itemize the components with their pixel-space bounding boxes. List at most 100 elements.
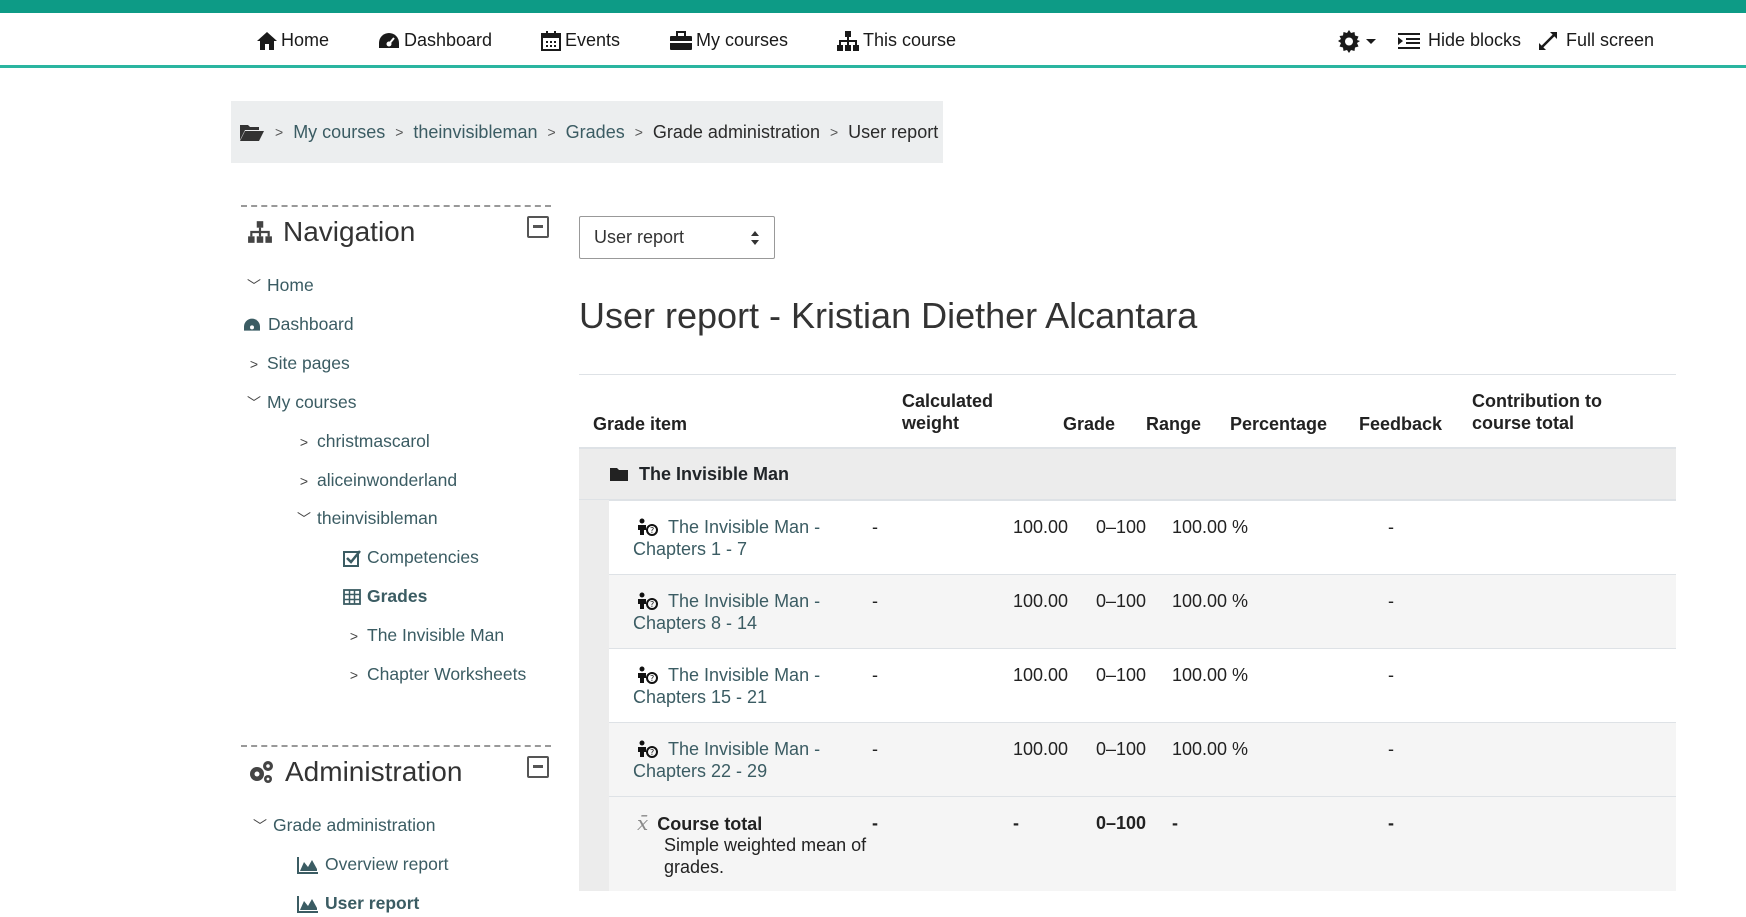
nav-tree-aliceinwonderland[interactable]: > aliceinwonderland — [297, 470, 457, 491]
nav-tree-label: Competencies — [367, 547, 479, 567]
nav-tree-label: Home — [267, 275, 314, 295]
range-cell: 0–100 — [1096, 739, 1147, 759]
chevron-right-icon: > — [249, 355, 259, 372]
grade-item-link[interactable]: The Invisible Man - — [668, 517, 820, 537]
nav-tree-theinvisibleman[interactable]: ﹀ theinvisibleman — [297, 508, 438, 529]
breadcrumb-separator: > — [547, 124, 556, 140]
grade-item-link[interactable]: The Invisible Man - — [668, 665, 820, 685]
admin-tree-grade-administration[interactable]: ﹀ Grade administration — [253, 815, 435, 836]
nav-tree-christmascarol[interactable]: > christmascarol — [297, 431, 430, 452]
admin-tree-overview-report[interactable]: Overview report — [297, 854, 449, 875]
user-report-table: Grade item Calculated weight Grade Range … — [579, 374, 1676, 891]
table-header: Grade item Calculated weight Grade Range … — [579, 375, 1676, 449]
nav-tree-home[interactable]: ﹀ Home — [247, 275, 314, 296]
grade-item-link-line2[interactable]: Chapters 15 - 21 — [633, 686, 767, 708]
table-row: ? The Invisible Man - Chapters 8 - 14 - … — [609, 574, 1676, 648]
weight-cell: - — [872, 813, 878, 833]
grade-item-link-line2[interactable]: Chapters 8 - 14 — [633, 612, 757, 634]
page-title: User report - Kristian Diether Alcantara — [579, 295, 1198, 336]
weight-cell: - — [872, 517, 878, 537]
navigation-collapse-button[interactable] — [527, 216, 549, 238]
svg-text:?: ? — [650, 674, 654, 683]
admin-tree-user-report[interactable]: User report — [297, 893, 419, 914]
nav-tree-label: My courses — [267, 392, 357, 412]
admin-tree-label: User report — [325, 893, 420, 913]
settings-menu[interactable] — [1336, 13, 1377, 68]
calendar-icon — [541, 30, 561, 51]
nav-tree-dashboard[interactable]: Dashboard — [242, 314, 354, 335]
full-screen-label: Full screen — [1566, 30, 1655, 50]
nav-tree-grades[interactable]: Grades — [343, 586, 427, 607]
header-grade-item: Grade item — [593, 414, 688, 434]
header-contribution: Contribution to course total — [1472, 390, 1602, 434]
breadcrumb-separator: > — [395, 124, 404, 140]
nav-home[interactable]: Home — [256, 13, 329, 68]
nav-tree-the-invisible-man[interactable]: > The Invisible Man — [347, 625, 504, 646]
assignment-person-icon: ? — [638, 518, 658, 536]
header-calc-line1: Calculated — [902, 391, 994, 411]
administration-block: Administration ﹀ Grade administration Ove… — [241, 745, 551, 917]
table-row: ? The Invisible Man - Chapters 15 - 21 -… — [609, 648, 1676, 722]
category-row: The Invisible Man — [579, 449, 1676, 500]
report-type-select[interactable]: User report — [579, 216, 775, 259]
administration-block-header: Administration — [241, 747, 551, 797]
expand-icon — [1539, 31, 1557, 50]
nav-tree-competencies[interactable]: Competencies — [343, 547, 479, 568]
table-icon — [343, 588, 361, 605]
course-total-cell: x̄ Course total — [637, 812, 762, 835]
breadcrumb-grades[interactable]: Grades — [566, 122, 625, 143]
weight-cell: - — [872, 665, 878, 685]
nav-dashboard-label: Dashboard — [404, 30, 493, 50]
grade-item-link-line2[interactable]: Chapters 1 - 7 — [633, 538, 747, 560]
course-total-row: x̄ Course total Simple weighted mean of … — [609, 796, 1676, 891]
grade-cell: - — [1013, 813, 1019, 833]
breadcrumb-my-courses[interactable]: My courses — [293, 122, 385, 143]
nav-events[interactable]: Events — [540, 13, 620, 68]
range-cell: 0–100 — [1096, 813, 1147, 833]
hide-blocks-button[interactable]: Hide blocks — [1397, 13, 1521, 68]
administration-block-title: Administration — [285, 756, 463, 787]
checkbox-icon — [343, 549, 361, 567]
chevron-down-icon: ﹀ — [247, 277, 261, 294]
full-screen-button[interactable]: Full screen — [1537, 13, 1654, 68]
folder-open-icon[interactable] — [239, 122, 265, 142]
nav-this-course[interactable]: This course — [836, 13, 956, 68]
grade-item-cell: ? The Invisible Man - — [637, 590, 820, 612]
contribution-cell: - — [1388, 591, 1394, 611]
top-navbar: Home Dashboard Events My courses This co… — [0, 13, 1746, 68]
nav-my-courses[interactable]: My courses — [669, 13, 788, 68]
grade-rows: ? The Invisible Man - Chapters 1 - 7 - 1… — [579, 500, 1676, 891]
grade-item-link[interactable]: The Invisible Man - — [668, 591, 820, 611]
navigation-block: Navigation ﹀ Home Dashboard > Site pages ﹀… — [241, 205, 551, 695]
nav-tree-site-pages[interactable]: > Site pages — [247, 353, 350, 374]
percentage-cell: 100.00 % — [1172, 591, 1249, 611]
header-grade: Grade — [1063, 414, 1116, 434]
hide-blocks-label: Hide blocks — [1428, 30, 1522, 50]
svg-text:?: ? — [650, 600, 654, 609]
nav-tree-my-courses[interactable]: ﹀ My courses — [247, 392, 356, 413]
contribution-cell: - — [1388, 665, 1394, 685]
navigation-block-title: Navigation — [283, 216, 416, 247]
nav-tree-label: The Invisible Man — [367, 625, 505, 645]
nav-tree-label: Chapter Worksheets — [367, 664, 527, 684]
grade-cell: 100.00 — [1013, 739, 1069, 759]
assignment-person-icon: ? — [638, 666, 658, 684]
grade-item-link[interactable]: The Invisible Man - — [668, 739, 820, 759]
nav-dashboard[interactable]: Dashboard — [377, 13, 492, 68]
header-calculated-weight: Calculated weight — [902, 390, 993, 434]
grade-item-cell: ? The Invisible Man - — [637, 664, 820, 686]
breadcrumb-user-report: User report — [848, 121, 939, 142]
sitemap-icon — [248, 221, 272, 243]
header-contrib-line2: course total — [1472, 413, 1575, 433]
nav-tree-chapter-worksheets[interactable]: > Chapter Worksheets — [347, 664, 526, 685]
svg-text:?: ? — [650, 748, 654, 757]
contribution-cell: - — [1388, 517, 1394, 537]
administration-collapse-button[interactable] — [527, 756, 549, 778]
admin-tree-label: Overview report — [325, 854, 449, 874]
dashboard-icon — [244, 318, 260, 331]
table-row: ? The Invisible Man - Chapters 22 - 29 -… — [609, 722, 1676, 796]
grade-item-link-line2[interactable]: Chapters 22 - 29 — [633, 760, 767, 782]
assignment-person-icon: ? — [638, 592, 658, 610]
grade-item-cell: ? The Invisible Man - — [637, 516, 820, 538]
breadcrumb-course[interactable]: theinvisibleman — [413, 122, 537, 143]
